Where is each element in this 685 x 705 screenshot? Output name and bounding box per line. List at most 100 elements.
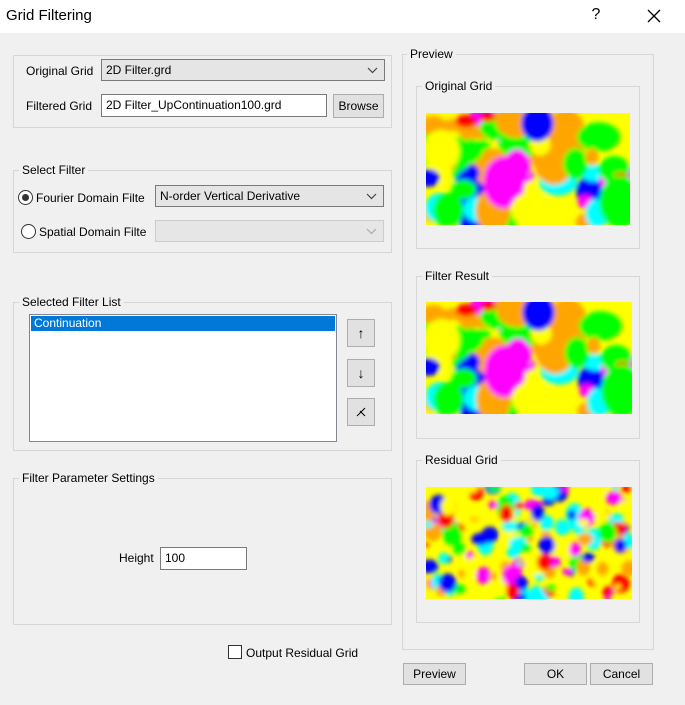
spatial-radio[interactable]	[21, 224, 36, 239]
colormap-blob	[531, 504, 545, 522]
colormap-blob	[596, 561, 609, 576]
colormap-blob	[563, 527, 570, 535]
colormap-blob	[563, 148, 588, 180]
colormap-blob	[489, 572, 497, 582]
colormap-blob	[602, 585, 611, 598]
colormap-blob	[577, 519, 590, 527]
filter-listbox[interactable]: Continuation	[29, 314, 337, 442]
colormap-blob	[516, 560, 523, 566]
preview-button[interactable]: Preview	[403, 663, 466, 685]
colormap-blob	[455, 114, 477, 128]
colormap-blob	[455, 303, 477, 317]
cancel-button[interactable]: Cancel	[590, 663, 653, 685]
colormap-blob	[577, 122, 621, 152]
chevron-down-icon	[367, 67, 378, 74]
colormap-blob	[581, 552, 595, 563]
colormap-blob	[481, 526, 499, 543]
move-down-button[interactable]: ↓	[347, 359, 375, 387]
colormap-blob	[546, 584, 556, 592]
colormap-blob	[598, 522, 617, 543]
fourier-filter-value: N-order Vertical Derivative	[160, 189, 301, 203]
colormap-blob	[538, 536, 555, 555]
help-button[interactable]: ?	[586, 6, 606, 24]
original-preview-legend: Original Grid	[422, 79, 496, 93]
colormap-blob	[464, 164, 480, 182]
residual-preview-legend: Residual Grid	[422, 453, 501, 467]
colormap-blob	[520, 523, 534, 539]
list-item[interactable]: Continuation	[31, 316, 335, 331]
colormap-blob	[536, 553, 552, 571]
filter-result-preview	[426, 302, 632, 414]
filtered-grid-label: Filtered Grid	[26, 99, 93, 113]
colormap-blob	[578, 311, 622, 341]
height-label: Height	[119, 551, 154, 565]
colormap-blob	[469, 505, 484, 518]
colormap-image	[426, 302, 632, 414]
colormap-blob	[585, 148, 599, 166]
colormap-blob	[458, 569, 466, 578]
move-up-button[interactable]: ↑	[347, 319, 375, 347]
original-grid-select[interactable]: 2D Filter.grd	[101, 59, 385, 81]
colormap-image	[426, 113, 630, 225]
colormap-blob	[614, 538, 627, 553]
browse-button[interactable]: Browse	[333, 94, 384, 118]
close-icon	[647, 9, 661, 23]
colormap-blob	[440, 497, 456, 516]
original-grid-label: Original Grid	[26, 64, 94, 78]
title-bar	[0, 0, 685, 33]
colormap-blob	[566, 522, 576, 530]
colormap-blob	[488, 578, 507, 598]
residual-grid-preview	[426, 487, 632, 599]
spatial-filter-select[interactable]	[155, 220, 384, 242]
output-residual-label: Output Residual Grid	[246, 646, 359, 660]
close-button[interactable]	[640, 4, 668, 28]
spatial-label: Spatial Domain Filte	[39, 225, 147, 239]
output-residual-checkbox[interactable]	[228, 645, 242, 659]
preview-legend: Preview	[407, 47, 456, 61]
filtered-grid-input[interactable]: 2D Filter_UpContinuation100.grd	[101, 94, 327, 117]
colormap-blob	[611, 574, 630, 593]
original-grid-value: 2D Filter.grd	[106, 63, 172, 77]
colormap-blob	[464, 568, 476, 580]
height-input[interactable]: 100	[160, 547, 247, 570]
colormap-blob	[465, 353, 480, 371]
colormap-blob	[567, 509, 576, 520]
colormap-blob	[504, 338, 532, 374]
colormap-blob	[569, 541, 582, 558]
colormap-blob	[534, 574, 545, 581]
ok-button[interactable]: OK	[524, 663, 587, 685]
colormap-blob	[605, 490, 622, 505]
remove-filter-button[interactable]	[347, 398, 375, 426]
colormap-blob	[505, 583, 520, 599]
colormap-blob	[488, 500, 498, 509]
colormap-blob	[619, 500, 632, 509]
colormap-blob	[564, 337, 590, 369]
colormap-blob	[476, 566, 491, 585]
filter-list-legend: Selected Filter List	[19, 295, 124, 309]
colormap-blob	[587, 337, 601, 355]
colormap-blob	[593, 576, 605, 588]
fourier-filter-select[interactable]: N-order Vertical Derivative	[155, 185, 384, 207]
colormap-blob	[465, 551, 474, 559]
colormap-blob	[520, 544, 532, 553]
colormap-blob	[562, 568, 572, 576]
colormap-blob	[577, 533, 593, 546]
colormap-blob	[460, 129, 473, 140]
fourier-label: Fourier Domain Filte	[36, 191, 145, 205]
fourier-radio[interactable]	[18, 190, 33, 205]
colormap-blob	[438, 552, 449, 564]
colormap-blob	[514, 501, 524, 510]
remove-filter-icon	[356, 407, 366, 417]
colormap-image	[426, 487, 632, 599]
chevron-down-icon	[366, 193, 377, 200]
window-title: Grid Filtering	[6, 7, 92, 24]
chevron-down-icon	[366, 228, 377, 235]
colormap-blob	[460, 318, 473, 329]
colormap-blob	[614, 584, 621, 590]
colormap-blob	[438, 573, 457, 593]
params-legend: Filter Parameter Settings	[19, 471, 158, 485]
colormap-blob	[503, 149, 531, 185]
original-grid-preview	[426, 113, 630, 225]
colormap-blob	[501, 520, 518, 532]
colormap-blob	[499, 504, 513, 523]
